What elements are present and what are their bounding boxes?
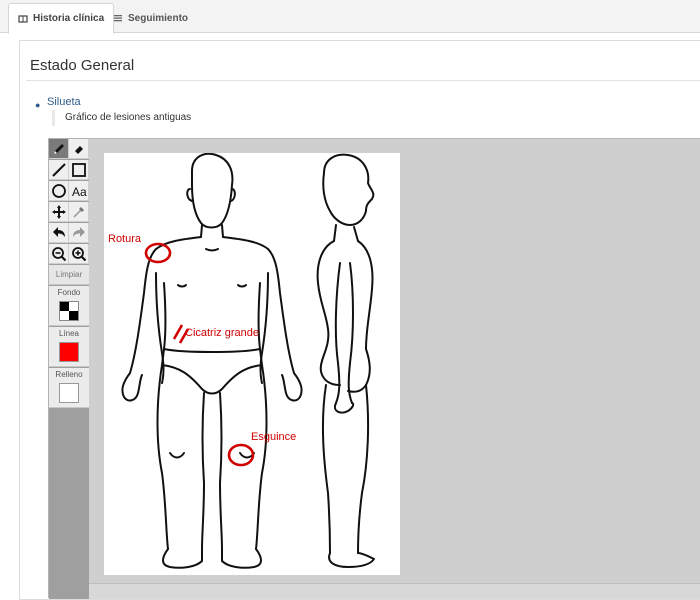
ellipse-tool-button[interactable] xyxy=(49,181,69,201)
tab-seguimiento-label: Seguimiento xyxy=(128,12,189,24)
eraser-icon xyxy=(74,145,83,154)
list-icon xyxy=(113,13,123,23)
drawing-editor: Aa Limpiar Fondo Línea Relleno Rotura Ci… xyxy=(48,138,700,599)
tab-seguimiento[interactable]: Seguimiento xyxy=(104,3,197,33)
text-tool-button[interactable]: Aa xyxy=(69,181,89,201)
eyedropper-tool-button[interactable] xyxy=(69,202,89,222)
clear-button[interactable]: Limpiar xyxy=(49,265,89,285)
eraser-tool-button[interactable] xyxy=(69,139,89,159)
annotation-cicatriz: Cicatriz grande xyxy=(185,327,259,339)
redo-button[interactable] xyxy=(69,223,89,243)
field-description: Gráfico de lesiones antiguas xyxy=(52,110,191,126)
text-icon: Aa xyxy=(72,185,87,199)
ellipse-icon xyxy=(51,183,66,198)
rectangle-tool-button[interactable] xyxy=(69,160,89,180)
background-color-picker: Fondo xyxy=(49,286,89,326)
eyedropper-icon xyxy=(72,206,84,218)
zoom-out-icon xyxy=(51,246,66,261)
drawing-toolbar: Aa Limpiar Fondo Línea Relleno xyxy=(49,139,89,599)
move-icon xyxy=(51,204,66,219)
canvas-horizontal-scrollbar[interactable] xyxy=(89,583,700,599)
pencil-icon xyxy=(53,143,64,154)
section-title: Estado General xyxy=(30,57,135,74)
zoom-in-icon xyxy=(71,246,86,261)
tab-content: Estado General ● Silueta Gráfico de lesi… xyxy=(0,34,700,600)
line-label: Línea xyxy=(58,329,80,338)
field-name-silueta[interactable]: Silueta xyxy=(47,96,81,108)
annotation-esguince: Esguince xyxy=(251,431,297,443)
zoom-out-button[interactable] xyxy=(49,244,69,264)
undo-icon xyxy=(52,226,65,237)
form-panel: Estado General ● Silueta Gráfico de lesi… xyxy=(19,40,700,600)
fill-label: Relleno xyxy=(55,370,83,379)
pencil-tool-button[interactable] xyxy=(49,139,69,159)
line-tool-button[interactable] xyxy=(49,160,69,180)
undo-button[interactable] xyxy=(49,223,69,243)
line-color-picker: Línea xyxy=(49,327,89,367)
tab-bar: Historia clínica Seguimiento xyxy=(0,0,700,34)
drawing-canvas[interactable]: Rotura Cicatriz grande Esguince xyxy=(104,152,400,575)
fill-color-swatch[interactable] xyxy=(59,383,79,403)
body-silhouette-illustration xyxy=(121,152,375,569)
annotation-rotura: Rotura xyxy=(108,233,142,245)
rectangle-icon xyxy=(71,162,86,177)
line-icon xyxy=(51,162,66,177)
tab-historia-clinica-label: Historia clínica xyxy=(33,13,105,24)
redo-icon xyxy=(72,226,85,237)
bullet-icon: ● xyxy=(35,100,41,110)
fill-color-picker: Relleno xyxy=(49,368,89,408)
line-color-swatch[interactable] xyxy=(59,342,79,362)
background-swatch[interactable] xyxy=(59,301,79,321)
checkerboard-icon xyxy=(60,302,78,320)
background-label: Fondo xyxy=(57,288,81,297)
move-tool-button[interactable] xyxy=(49,202,69,222)
book-icon xyxy=(18,14,28,24)
tab-historia-clinica[interactable]: Historia clínica xyxy=(8,3,115,34)
svg-text:Aa: Aa xyxy=(72,185,87,199)
zoom-in-button[interactable] xyxy=(69,244,89,264)
divider xyxy=(26,80,700,81)
field-description-text: Gráfico de lesiones antiguas xyxy=(65,112,192,123)
